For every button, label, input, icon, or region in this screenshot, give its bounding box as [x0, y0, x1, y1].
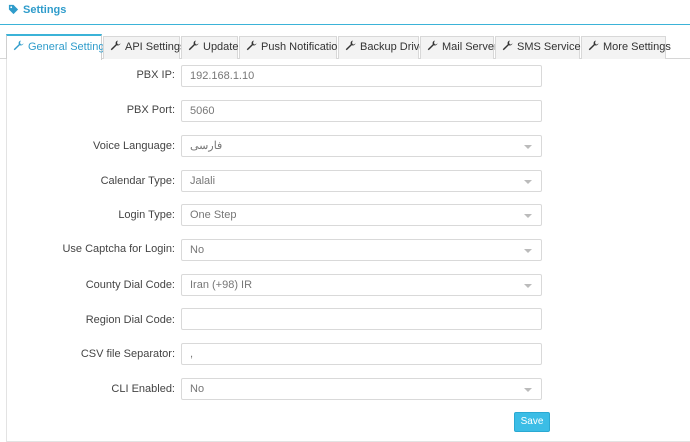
calendar-type-value: Jalali: [190, 175, 216, 187]
pbx-port-input[interactable]: 5060: [181, 100, 542, 122]
county-dial-code-select[interactable]: Iran (+98) IR: [181, 274, 542, 296]
county-dial-code-value: Iran (+98) IR: [190, 279, 253, 291]
chevron-down-icon: [524, 388, 532, 392]
csv-separator-value: ,: [190, 348, 194, 360]
wrench-icon: [188, 40, 199, 51]
tab-label: API Settings: [125, 41, 186, 53]
wrench-icon: [13, 40, 24, 51]
region-dial-code-input[interactable]: [181, 308, 542, 330]
tab-sms-services[interactable]: SMS Services: [495, 36, 586, 59]
voice-language-label: Voice Language:: [93, 140, 175, 152]
chevron-down-icon: [524, 180, 532, 184]
csv-separator-label: CSV file Separator:: [80, 348, 175, 360]
wrench-icon: [427, 40, 438, 51]
tag-icon: [8, 4, 19, 15]
pbx-port-label: PBX Port:: [126, 104, 175, 116]
tab-backup-drive[interactable]: Backup Drive: [338, 36, 425, 59]
voice-language-value: فارسی: [190, 140, 223, 152]
pbx-ip-value: 192.168.1.10: [190, 70, 255, 82]
tab-label: More Settings: [603, 41, 671, 53]
chevron-down-icon: [524, 214, 532, 218]
use-captcha-select[interactable]: No: [181, 239, 542, 261]
tab-push-notification[interactable]: Push Notification: [239, 36, 344, 59]
chevron-down-icon: [524, 284, 532, 288]
tab-more-settings[interactable]: More Settings: [581, 36, 671, 59]
tab-mail-server[interactable]: Mail Server: [420, 36, 498, 59]
pbx-port-value: 5060: [190, 105, 215, 117]
page-title: Settings: [23, 4, 67, 16]
tab-label: Push Notification: [261, 41, 344, 53]
settings-tabs: General Settings API Settings Update Pus…: [0, 34, 690, 60]
tab-label: Mail Server: [442, 41, 498, 53]
save-button[interactable]: Save: [514, 412, 550, 432]
voice-language-select[interactable]: فارسی: [181, 135, 542, 157]
calendar-type-label: Calendar Type:: [100, 175, 175, 187]
county-dial-code-label: County Dial Code:: [85, 279, 175, 291]
tab-label: General Settings: [28, 41, 110, 53]
login-type-label: Login Type:: [118, 209, 175, 221]
wrench-icon: [345, 40, 356, 51]
chevron-down-icon: [524, 249, 532, 253]
calendar-type-select[interactable]: Jalali: [181, 170, 542, 192]
region-dial-code-label: Region Dial Code:: [85, 314, 175, 326]
use-captcha-value: No: [190, 244, 205, 256]
tab-label: SMS Services: [517, 41, 587, 53]
wrench-icon: [502, 40, 513, 51]
tab-update[interactable]: Update: [181, 36, 238, 59]
login-type-select[interactable]: One Step: [181, 204, 542, 226]
cli-enabled-value: No: [190, 383, 205, 395]
wrench-icon: [110, 40, 121, 51]
page-header: Settings: [0, 0, 690, 25]
pbx-ip-label: PBX IP:: [136, 69, 175, 81]
tab-general-settings[interactable]: General Settings: [6, 34, 110, 60]
tab-api-settings[interactable]: API Settings: [103, 36, 186, 59]
cli-enabled-select[interactable]: No: [181, 378, 542, 400]
use-captcha-label: Use Captcha for Login:: [62, 243, 175, 255]
pbx-ip-input[interactable]: 192.168.1.10: [181, 65, 542, 87]
csv-separator-input[interactable]: ,: [181, 343, 542, 365]
cli-enabled-label: CLI Enabled:: [111, 383, 175, 395]
tab-label: Backup Drive: [360, 41, 426, 53]
chevron-down-icon: [524, 145, 532, 149]
tab-label: Update: [203, 41, 239, 53]
wrench-icon: [246, 40, 257, 51]
login-type-value: One Step: [190, 209, 237, 221]
wrench-icon: [588, 40, 599, 51]
